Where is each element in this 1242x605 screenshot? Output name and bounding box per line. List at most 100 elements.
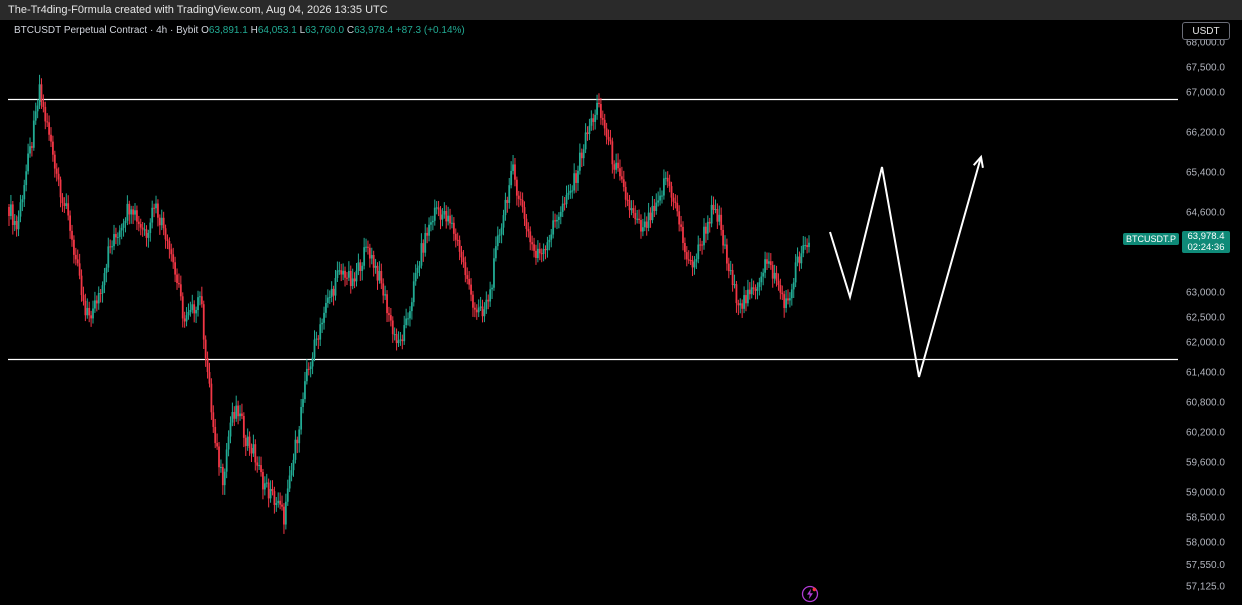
candle-body (29, 146, 31, 154)
candle-body (65, 203, 68, 206)
candle-body (137, 221, 140, 225)
candle-body (766, 259, 768, 264)
candle-body (792, 282, 795, 290)
candle-body (95, 300, 98, 304)
candle-body (433, 207, 436, 221)
candle-body (632, 208, 635, 214)
candle-body (157, 203, 159, 218)
candle-body (500, 227, 503, 235)
candle-body (590, 118, 593, 126)
candle-body (737, 303, 740, 306)
candle-body (762, 272, 765, 277)
candle-body (445, 210, 448, 222)
candle-body (542, 249, 545, 254)
candle-body (168, 241, 171, 250)
candle-body (283, 506, 285, 525)
candle-body (262, 472, 264, 490)
candle-body (254, 444, 257, 463)
candle-body (443, 210, 446, 215)
candle-body (651, 205, 654, 221)
candle-body (703, 226, 705, 246)
candle-body (764, 259, 766, 273)
candle-body (804, 245, 807, 247)
candle-body (682, 226, 684, 243)
price-tick-label: 59,600.0 (1186, 458, 1225, 469)
candle-body (357, 262, 360, 271)
candle-body (172, 254, 175, 263)
candle-body (491, 287, 493, 290)
price-tick-label: 61,400.0 (1186, 368, 1225, 379)
candle-body (27, 153, 29, 172)
candle-body (496, 235, 499, 247)
price-chart[interactable] (0, 20, 1178, 605)
candle-body (296, 439, 299, 444)
candle-body (424, 232, 427, 253)
candle-body (743, 295, 745, 309)
candle-body (185, 315, 188, 322)
candle-body (153, 207, 156, 209)
candle-body (489, 289, 492, 302)
currency-button[interactable]: USDT (1182, 22, 1230, 40)
candle-body (685, 252, 688, 260)
candle-body (13, 220, 16, 225)
candle-body (189, 309, 192, 312)
price-tick-label: 57,550.0 (1186, 560, 1225, 571)
candle-body (430, 222, 432, 225)
candle-body (422, 243, 425, 253)
candle-body (483, 309, 486, 317)
candle-body (128, 203, 131, 215)
candle-body (124, 220, 127, 223)
candle-body (565, 194, 568, 205)
candle-body (401, 339, 404, 342)
candle-body (519, 198, 522, 200)
candle-body (552, 220, 555, 235)
candle-body (794, 262, 797, 283)
candle-body (388, 313, 390, 316)
candle-body (563, 203, 566, 205)
candle-body (619, 168, 621, 177)
candle-body (8, 207, 10, 216)
candle-body (52, 141, 54, 155)
candle-body (514, 164, 516, 180)
candle-body (61, 197, 64, 204)
price-tick-label: 60,800.0 (1186, 398, 1225, 409)
price-tick-label: 57,125.0 (1186, 581, 1225, 592)
candle-body (515, 179, 518, 196)
bolt-icon[interactable] (801, 585, 819, 603)
price-tick-label: 58,500.0 (1186, 513, 1225, 524)
price-axis[interactable]: 68,000.067,500.067,000.066,200.065,400.0… (1178, 20, 1242, 605)
candle-body (176, 274, 178, 284)
candle-body (754, 288, 757, 291)
candle-body (494, 246, 497, 259)
candle-body (397, 340, 400, 344)
candle-body (680, 224, 682, 227)
candle-body (525, 218, 528, 229)
candle-body (326, 297, 329, 303)
candle-body (573, 173, 576, 191)
candle-body (391, 320, 394, 335)
candle-body (584, 132, 587, 150)
candle-body (517, 195, 520, 199)
candle-body (216, 443, 219, 447)
candle-body (10, 204, 12, 216)
candle-body (361, 265, 364, 271)
candle-body (439, 209, 442, 220)
candle-body (298, 429, 301, 444)
candle-body (250, 447, 253, 454)
candle-body (367, 246, 369, 248)
candle-body (468, 278, 471, 285)
candle-body (771, 265, 774, 279)
candle-body (773, 272, 776, 279)
candle-body (540, 253, 543, 255)
candle-body (288, 475, 291, 489)
candle-body (15, 220, 18, 230)
candle-body (19, 202, 22, 217)
price-tick-label: 64,600.0 (1186, 208, 1225, 219)
candle-body (634, 213, 637, 220)
candle-body (342, 270, 345, 275)
candle-body (21, 199, 24, 203)
candle-body (485, 299, 488, 310)
candle-body (521, 199, 524, 208)
candle-body (609, 139, 612, 142)
candle-body (720, 214, 723, 230)
